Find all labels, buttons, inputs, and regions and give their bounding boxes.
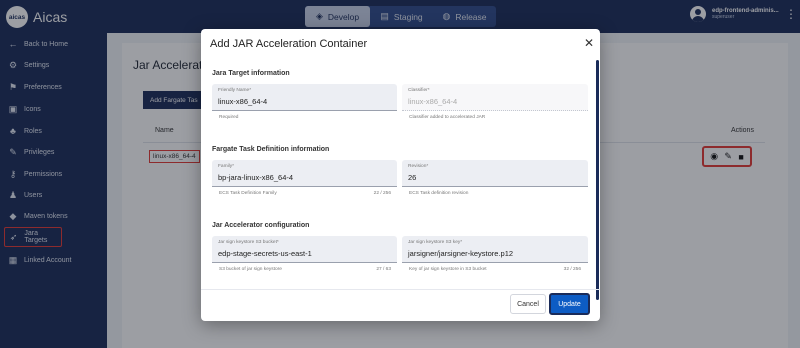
family-value: bp-jara-linux-x86_64-4 bbox=[218, 173, 294, 182]
revision-helper: ECS Task definition revision bbox=[409, 191, 469, 196]
section-title-accelerator: Jar Accelerator configuration bbox=[212, 222, 310, 229]
keystore-key-field[interactable]: Jar sign keystore S3 key* jarsigner/jars… bbox=[402, 236, 588, 263]
keystore-bucket-counter: 27 / 63 bbox=[376, 267, 391, 272]
cancel-button[interactable]: Cancel bbox=[510, 294, 546, 314]
friendly-name-label: Friendly Name* bbox=[218, 88, 252, 93]
keystore-key-helper: Key of jar sign keystore in S3 bucket bbox=[409, 267, 487, 272]
revision-field[interactable]: Revision* 26 bbox=[402, 160, 588, 187]
classifier-field: Classifier* linux-x86_64-4 bbox=[402, 84, 588, 111]
add-jar-acceleration-dialog: Add JAR Acceleration Container ✕ Jara Ta… bbox=[201, 29, 600, 321]
update-button[interactable]: Update bbox=[549, 293, 590, 315]
keystore-key-counter: 32 / 256 bbox=[563, 267, 581, 272]
dialog-footer-divider bbox=[201, 289, 600, 290]
classifier-label: Classifier* bbox=[408, 88, 430, 93]
keystore-bucket-value: edp-stage-secrets-us-east-1 bbox=[218, 249, 312, 258]
close-icon[interactable]: ✕ bbox=[584, 36, 594, 50]
dialog-scrollbar[interactable] bbox=[596, 60, 599, 300]
keystore-key-value: jarsigner/jarsigner-keystore.p12 bbox=[408, 249, 514, 258]
dialog-title: Add JAR Acceleration Container bbox=[210, 38, 368, 50]
section-title-fargate: Fargate Task Definition information bbox=[212, 146, 330, 153]
classifier-value: linux-x86_64-4 bbox=[408, 97, 458, 106]
revision-value: 26 bbox=[408, 173, 417, 182]
keystore-bucket-field[interactable]: Jar sign keystore S3 bucket* edp-stage-s… bbox=[212, 236, 397, 263]
section-title-target: Jara Target information bbox=[212, 70, 290, 77]
keystore-bucket-label: Jar sign keystore S3 bucket* bbox=[218, 240, 279, 245]
family-label: Family* bbox=[218, 164, 234, 169]
revision-label: Revision* bbox=[408, 164, 429, 169]
keystore-bucket-helper: S3 bucket of jar sign keystore bbox=[219, 267, 282, 272]
friendly-name-field[interactable]: Friendly Name* linux-x86_64-4 bbox=[212, 84, 397, 111]
family-field[interactable]: Family* bp-jara-linux-x86_64-4 bbox=[212, 160, 397, 187]
keystore-key-label: Jar sign keystore S3 key* bbox=[408, 240, 463, 245]
friendly-name-helper: Required bbox=[219, 115, 239, 120]
friendly-name-value: linux-x86_64-4 bbox=[218, 97, 268, 106]
classifier-helper: Classifier added to accelerated JAR bbox=[409, 115, 486, 120]
family-counter: 22 / 256 bbox=[373, 191, 391, 196]
family-helper: ECS Task Definition Family bbox=[219, 191, 277, 196]
